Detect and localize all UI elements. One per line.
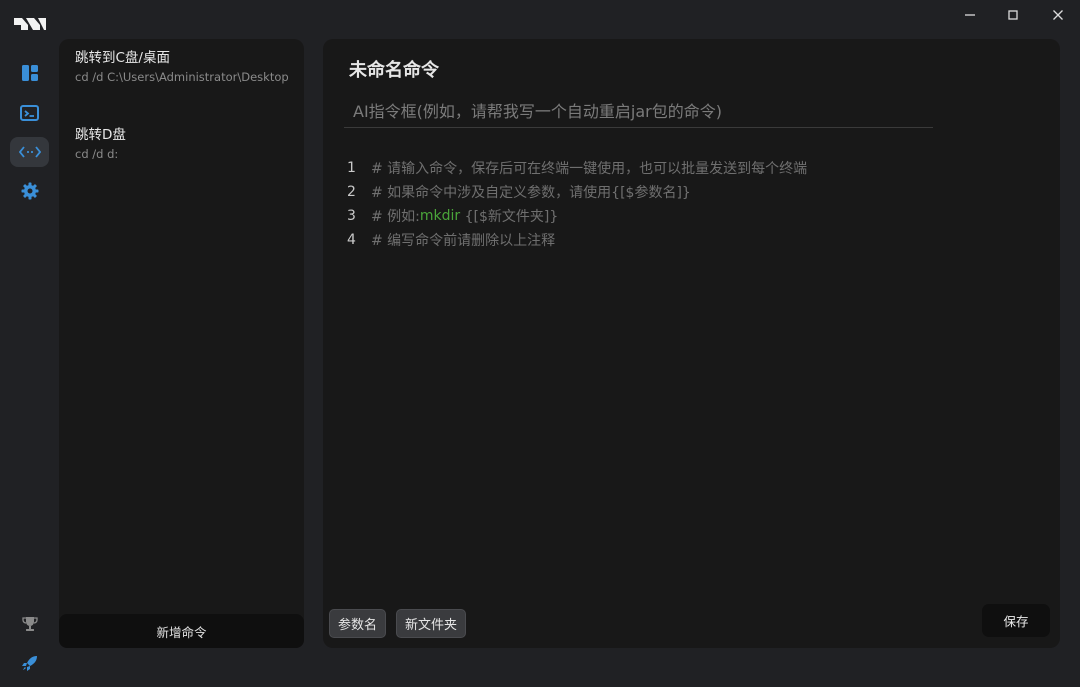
code-comment: {[$新文件夹]} bbox=[460, 209, 559, 225]
add-command-button[interactable]: 新增命令 bbox=[59, 614, 304, 648]
code-keyword: mkdir bbox=[419, 208, 461, 224]
command-title: 跳转到C盘/桌面 bbox=[75, 50, 170, 66]
minimize-button[interactable] bbox=[955, 4, 985, 26]
left-rail bbox=[0, 0, 58, 687]
nav-trophy[interactable] bbox=[10, 609, 49, 639]
code-editor[interactable]: 1 # 请输入命令，保存后可在终端一键使用，也可以批量发送到每个终端 2 # 如… bbox=[345, 156, 1035, 252]
command-title: 跳转D盘 bbox=[75, 127, 126, 143]
command-item[interactable]: 跳转到C盘/桌面 cd /d C:\Users\Administrator\De… bbox=[75, 49, 295, 86]
command-body: cd /d d: bbox=[75, 147, 119, 161]
app-logo bbox=[14, 18, 46, 30]
dashboard-icon bbox=[21, 65, 38, 81]
close-icon bbox=[1053, 10, 1063, 20]
command-list-panel: 跳转到C盘/桌面 cd /d C:\Users\Administrator\De… bbox=[59, 39, 304, 648]
code-comment: # 例如: bbox=[371, 209, 420, 225]
maximize-button[interactable] bbox=[998, 4, 1028, 26]
nav-terminal[interactable] bbox=[10, 98, 49, 128]
command-editor-panel: 未命名命令 1 # 请输入命令，保存后可在终端一键使用，也可以批量发送到每个终端… bbox=[323, 39, 1060, 648]
nav-rocket[interactable] bbox=[10, 648, 49, 678]
line-number: 2 bbox=[347, 184, 356, 200]
code-comment: # 请输入命令，保存后可在终端一键使用，也可以批量发送到每个终端 bbox=[371, 161, 808, 177]
app-window: 跳转到C盘/桌面 cd /d C:\Users\Administrator\De… bbox=[0, 0, 1080, 687]
code-comment: # 编写命令前请删除以上注释 bbox=[371, 233, 556, 249]
code-line: 2 # 如果命令中涉及自定义参数，请使用{[$参数名]} bbox=[345, 180, 1035, 204]
settings-icon bbox=[21, 182, 38, 200]
command-name-title[interactable]: 未命名命令 bbox=[349, 56, 439, 82]
param-name-chip[interactable]: 参数名 bbox=[329, 609, 387, 638]
code-icon bbox=[18, 146, 41, 158]
nav-commands[interactable] bbox=[10, 137, 49, 167]
command-body: cd /d C:\Users\Administrator\Desktop bbox=[75, 70, 289, 84]
nav-dashboard[interactable] bbox=[10, 58, 49, 88]
close-button[interactable] bbox=[1043, 4, 1073, 26]
line-number: 1 bbox=[347, 160, 356, 176]
terminal-icon bbox=[20, 105, 39, 121]
code-line: 1 # 请输入命令，保存后可在终端一键使用，也可以批量发送到每个终端 bbox=[345, 156, 1035, 180]
rocket-icon bbox=[21, 656, 37, 671]
code-comment: # 如果命令中涉及自定义参数，请使用{[$参数名]} bbox=[371, 185, 691, 201]
code-line: 3 # 例如: mkdir {[$新文件夹]} bbox=[345, 204, 1035, 228]
code-line: 4 # 编写命令前请删除以上注释 bbox=[345, 228, 1035, 252]
minimize-icon bbox=[965, 14, 975, 16]
new-folder-chip[interactable]: 新文件夹 bbox=[396, 609, 467, 638]
trophy-icon bbox=[21, 617, 38, 631]
ai-prompt-input[interactable] bbox=[344, 95, 933, 128]
nav-settings[interactable] bbox=[10, 176, 49, 206]
maximize-icon bbox=[1008, 10, 1018, 20]
line-number: 4 bbox=[347, 232, 356, 248]
line-number: 3 bbox=[347, 208, 356, 224]
command-item[interactable]: 跳转D盘 cd /d d: bbox=[75, 126, 295, 163]
save-button[interactable]: 保存 bbox=[982, 604, 1050, 637]
